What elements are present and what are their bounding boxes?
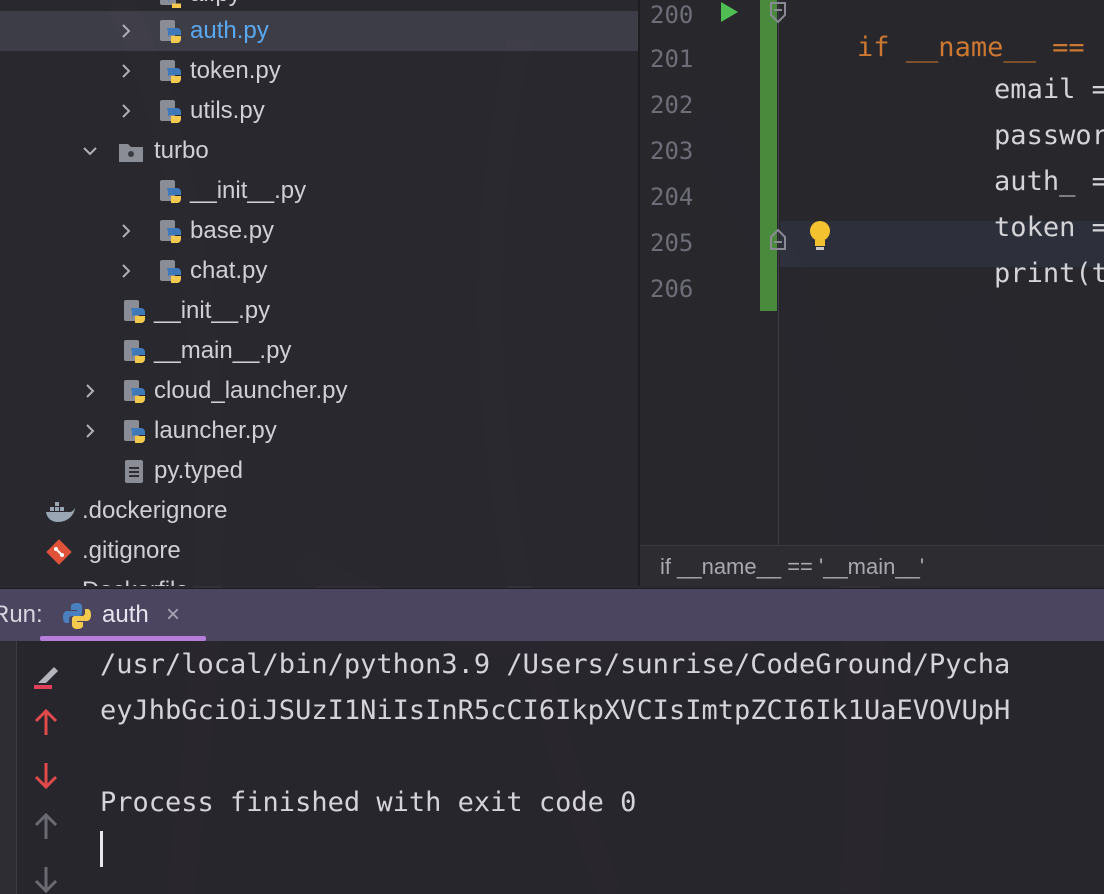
breadcrumb-text: if __name__ == '__main__' <box>660 554 925 579</box>
code-line-205[interactable]: print(token) <box>864 226 1104 322</box>
line-number: 204 <box>650 183 694 211</box>
tree-folder-turbo[interactable]: turbo <box>0 131 638 171</box>
run-tool-window-header: Run: auth × <box>0 588 1104 641</box>
git-icon <box>46 539 72 565</box>
docker-icon <box>46 502 75 522</box>
fold-icon[interactable] <box>768 2 788 24</box>
folder-icon <box>119 144 143 162</box>
arrow-up-icon[interactable] <box>30 707 62 739</box>
chevron-right-icon[interactable] <box>118 223 134 239</box>
python-file-icon <box>160 260 181 283</box>
python-file-icon <box>160 0 181 8</box>
python-file-icon <box>160 20 181 43</box>
arrow-down-disabled-icon[interactable] <box>30 863 62 894</box>
chevron-right-icon[interactable] <box>118 103 134 119</box>
tree-item-label: __init__.py <box>190 177 307 204</box>
run-label: Run: <box>0 601 43 628</box>
tree-item-dockerfile[interactable]: Dockerfile <box>0 571 638 586</box>
line-number: 200 <box>650 1 694 29</box>
arrow-down-icon[interactable] <box>30 759 62 791</box>
tree-item-label: token.py <box>190 57 281 84</box>
text-caret <box>100 831 103 867</box>
tree-item-label: turbo <box>154 137 209 164</box>
tree-item-label: __main__.py <box>154 337 292 364</box>
tree-item-base-py[interactable]: base.py <box>0 211 638 251</box>
panel-divider[interactable] <box>638 0 640 586</box>
chevron-right-icon[interactable] <box>82 383 98 399</box>
console-side-strip <box>0 641 17 894</box>
python-file-icon <box>160 220 181 243</box>
tree-item-label: .gitignore <box>82 537 181 564</box>
tree-item-gitignore[interactable]: .gitignore <box>0 531 638 571</box>
tree-item-label: launcher.py <box>154 417 277 444</box>
vcs-change-marker[interactable] <box>760 0 777 311</box>
run-tab-label: auth <box>102 601 149 628</box>
python-file-icon <box>124 420 145 443</box>
tree-item-label: py.typed <box>154 457 243 484</box>
tree-item-utils-py[interactable]: utils.py <box>0 91 638 131</box>
python-file-icon <box>124 300 145 323</box>
fold-end-icon[interactable] <box>768 228 788 250</box>
console-line: eyJhbGciOiJSUzI1NiIsInR5cCI6IkpXVCIsImtp… <box>100 695 1011 726</box>
python-file-icon <box>160 60 181 83</box>
tree-item-cloud-launcher-py[interactable]: cloud_launcher.py <box>0 371 638 411</box>
python-icon <box>63 603 91 629</box>
python-file-icon <box>160 100 181 123</box>
tree-item-init-py[interactable]: __init__.py <box>0 291 638 331</box>
lightbulb-icon[interactable] <box>806 220 834 252</box>
run-icon[interactable] <box>718 0 740 24</box>
code-text: print(token) <box>994 258 1104 289</box>
line-number: 202 <box>650 91 694 119</box>
line-number: 206 <box>650 275 694 303</box>
text-file-icon <box>125 460 143 483</box>
project-tree: ai.py auth.py token.py utils.py <box>0 0 638 586</box>
line-number: 203 <box>650 137 694 165</box>
tree-item-auth-py[interactable]: auth.py <box>0 11 638 51</box>
chevron-right-icon[interactable] <box>118 63 134 79</box>
tree-item-py-typed[interactable]: py.typed <box>0 451 638 491</box>
console-line: Process finished with exit code 0 <box>100 787 637 818</box>
tree-item-main-py[interactable]: __main__.py <box>0 331 638 371</box>
tree-item-label: Dockerfile <box>82 577 189 586</box>
tree-item-label: base.py <box>190 217 275 244</box>
tree-item-dockerignore[interactable]: .dockerignore <box>0 491 638 531</box>
chevron-right-icon[interactable] <box>118 23 134 39</box>
chevron-right-icon[interactable] <box>118 263 134 279</box>
code-editor[interactable]: 200 201 202 203 204 205 206 if __name__ … <box>640 0 1104 586</box>
arrow-up-disabled-icon[interactable] <box>30 811 62 843</box>
tree-item-turbo-init-py[interactable]: __init__.py <box>0 171 638 211</box>
console-line: /usr/local/bin/python3.9 /Users/sunrise/… <box>100 649 1011 680</box>
tree-item-launcher-py[interactable]: launcher.py <box>0 411 638 451</box>
tree-item-label: utils.py <box>190 97 265 124</box>
editor-breadcrumb[interactable]: if __name__ == '__main__' <box>640 545 1104 586</box>
tree-item-chat-py[interactable]: chat.py <box>0 251 638 291</box>
close-icon[interactable]: × <box>166 601 180 629</box>
tree-item-label: ai.py <box>190 0 241 8</box>
tree-item-token-py[interactable]: token.py <box>0 51 638 91</box>
chevron-right-icon[interactable] <box>82 423 98 439</box>
tree-item-label: cloud_launcher.py <box>154 377 348 404</box>
active-tab-indicator <box>40 636 206 641</box>
gutter-separator <box>778 0 779 545</box>
clear-icon[interactable] <box>30 657 62 689</box>
python-file-icon <box>124 340 145 363</box>
python-file-icon <box>160 180 181 203</box>
line-number: 201 <box>650 45 694 73</box>
tree-item-label: auth.py <box>190 17 269 44</box>
run-console[interactable]: /usr/local/bin/python3.9 /Users/sunrise/… <box>0 641 1104 894</box>
run-tab-auth[interactable]: auth × <box>40 589 206 641</box>
tree-item-label: chat.py <box>190 257 268 284</box>
chevron-down-icon[interactable] <box>82 143 98 159</box>
python-file-icon <box>124 380 145 403</box>
tree-item-label: __init__.py <box>154 297 271 324</box>
docker-icon <box>44 579 76 586</box>
tree-item-label: .dockerignore <box>82 497 228 524</box>
line-number: 205 <box>650 229 694 257</box>
